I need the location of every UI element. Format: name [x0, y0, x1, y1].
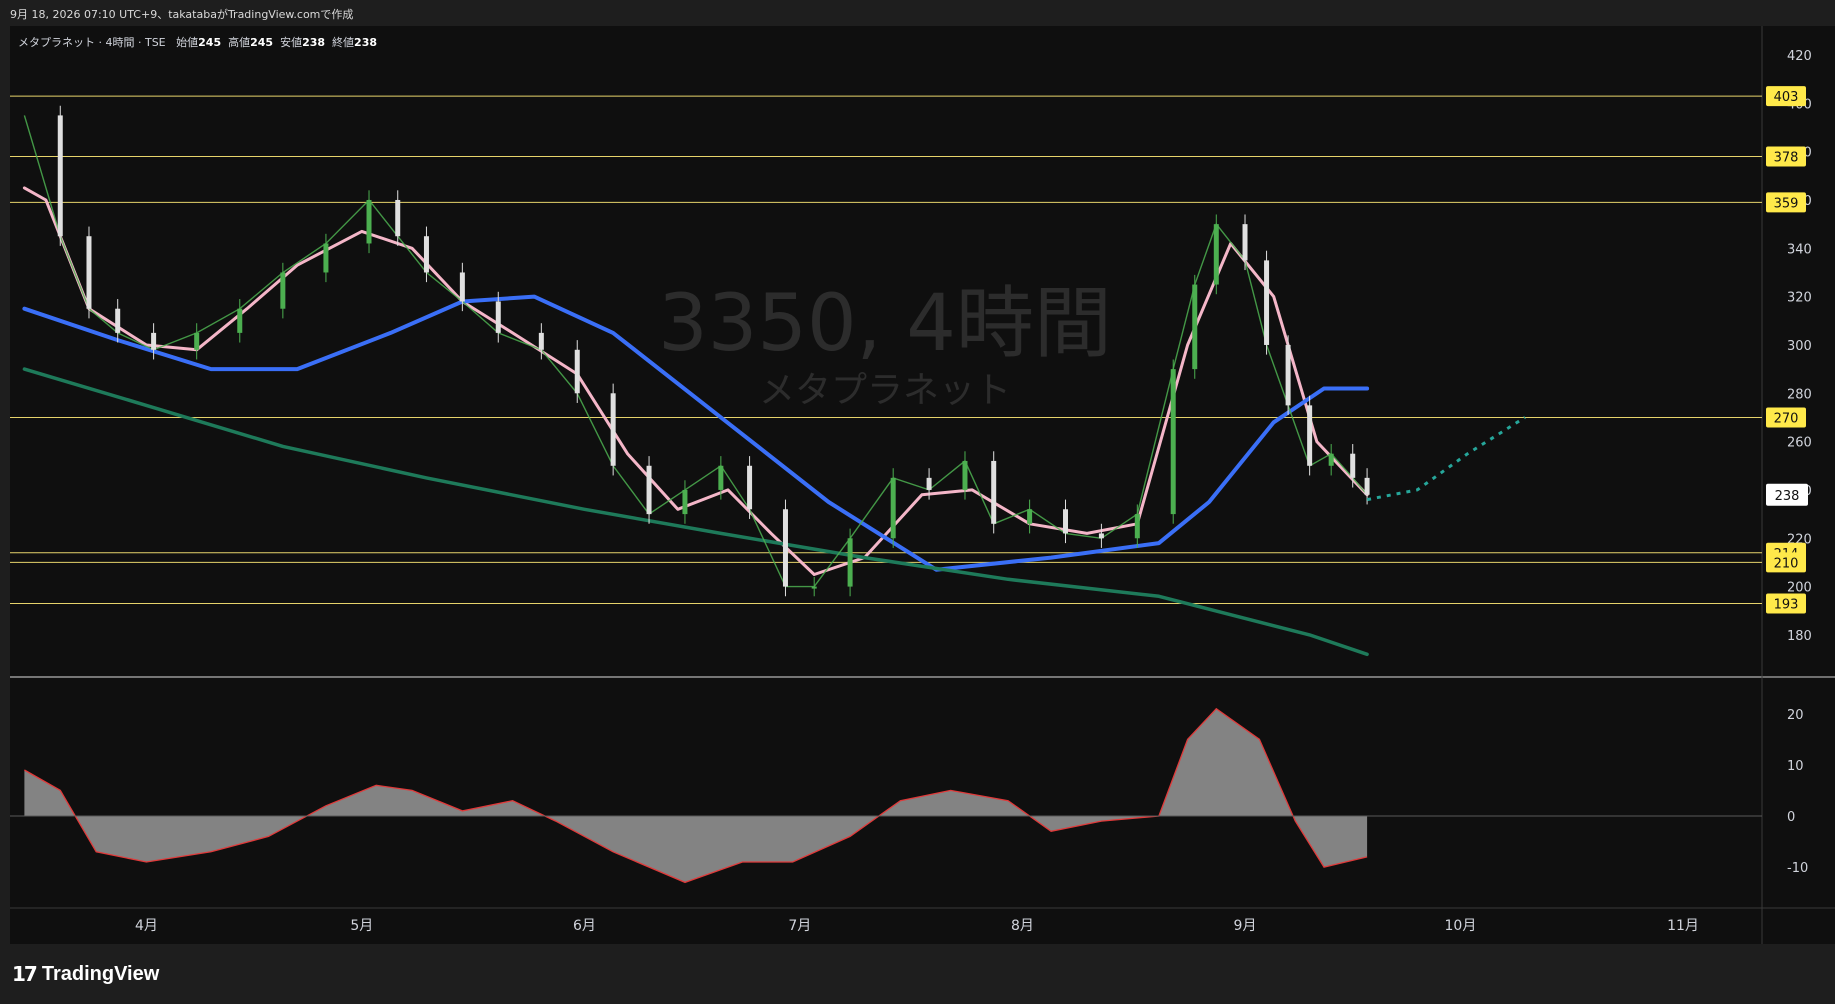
price-level-badge-text: 359 [1774, 196, 1799, 211]
candle-body [926, 477, 932, 490]
candle-body [718, 465, 724, 490]
candle-body [151, 332, 157, 350]
candle-body [395, 199, 401, 237]
price-level-badge: 359 [1766, 192, 1806, 213]
time-tick-label: 7月 [788, 918, 811, 934]
time-tick-label: 11月 [1667, 918, 1699, 934]
candle-body [323, 243, 329, 273]
price-tick-label: 180 [1787, 629, 1812, 644]
candle-body [366, 199, 372, 244]
watermark-name: メタプラネット [759, 370, 1011, 411]
price-level-badge-text: 378 [1774, 150, 1799, 165]
time-tick-label: 8月 [1011, 918, 1034, 934]
candle-body [1285, 344, 1291, 406]
legend-close-value: 238 [354, 36, 378, 49]
symbol-legend: メタプラネット · 4時間 · TSE 始値245 高値245 安値238 終値… [18, 34, 377, 50]
candle-body [574, 349, 580, 394]
time-tick-label: 10月 [1445, 918, 1477, 934]
price-level-badge: 270 [1766, 407, 1806, 428]
candle-body [1350, 453, 1356, 478]
candle-body [1134, 514, 1140, 539]
candle-body [194, 332, 200, 350]
candle-body [1027, 509, 1033, 524]
candle-body [423, 236, 429, 273]
candle-body [237, 308, 243, 333]
footer-bar: 17 TradingView [0, 944, 1835, 1004]
oscillator-tick-label: -10 [1787, 861, 1808, 876]
price-tick-label: 280 [1787, 387, 1812, 402]
candle-body [1213, 224, 1219, 285]
candle-body [1170, 369, 1176, 515]
candle-body [1242, 224, 1248, 261]
price-tick-label: 340 [1787, 242, 1812, 257]
candle-body [1098, 533, 1104, 539]
candle-body [991, 460, 997, 524]
price-level-badge: 378 [1766, 146, 1806, 167]
price-tick-label: 200 [1787, 581, 1812, 596]
price-chart[interactable]: 3350, 4時間メタプラネット 20100-10 18020022024026… [0, 0, 1835, 944]
candle-body [847, 538, 853, 587]
candle-body [747, 465, 753, 510]
legend-close-label: 終値 [332, 36, 355, 49]
legend-high-value: 245 [250, 36, 274, 49]
price-tick-label: 320 [1787, 291, 1812, 306]
price-level-badge: 210 [1766, 552, 1806, 573]
price-level-badge-text: 403 [1774, 90, 1799, 105]
candle-body [538, 332, 544, 350]
time-tick-label: 5月 [350, 918, 373, 934]
last-price-badge-text: 238 [1775, 489, 1800, 504]
price-level-badge-text: 193 [1774, 598, 1799, 613]
price-level-badge: 193 [1766, 593, 1806, 614]
legend-low-value: 238 [302, 36, 326, 49]
price-tick-label: 300 [1787, 339, 1812, 354]
candle-body [86, 236, 92, 309]
legend-open-value: 245 [198, 36, 222, 49]
price-tick-label: 260 [1787, 436, 1812, 451]
candle-body [1063, 509, 1069, 534]
candle-body [280, 272, 286, 309]
candle-body [811, 586, 817, 589]
candle-body [57, 115, 63, 237]
candle-body [1192, 284, 1198, 370]
legend-open-label: 始値 [176, 36, 199, 49]
candle-body [682, 489, 688, 515]
oscillator-tick-label: 20 [1787, 708, 1804, 723]
legend-high-label: 高値 [228, 36, 251, 49]
time-axis-bg [10, 908, 1762, 944]
candle-body [1307, 405, 1313, 466]
price-level-badge-text: 270 [1774, 411, 1799, 426]
price-level-badge-text: 210 [1774, 556, 1799, 571]
candle-body [1264, 260, 1270, 345]
candle-body [962, 460, 968, 490]
tradingview-logo-text: TradingView [41, 962, 160, 985]
candle-body [1328, 453, 1334, 466]
candle-body [782, 509, 788, 587]
candle-body [610, 393, 616, 466]
watermark-symbol: 3350, 4時間 [658, 279, 1112, 369]
candle-body [890, 477, 896, 539]
legend-low-label: 安値 [280, 36, 303, 49]
oscillator-tick-label: 0 [1787, 810, 1795, 825]
time-tick-label: 6月 [573, 918, 596, 934]
candle-body [495, 301, 501, 333]
candle-body [115, 308, 121, 333]
candle-body [646, 465, 652, 515]
candle-body [459, 272, 465, 302]
tradingview-logo-icon: 17 [12, 962, 38, 986]
oscillator-tick-label: 10 [1787, 759, 1804, 774]
tradingview-logo[interactable]: 17 TradingView [12, 962, 159, 986]
legend-symbol: メタプラネット · 4時間 · TSE [18, 36, 166, 49]
price-level-badge: 403 [1766, 86, 1806, 107]
oscillator-pane-bg [10, 678, 1762, 908]
time-tick-label: 9月 [1234, 918, 1257, 934]
price-tick-label: 420 [1787, 49, 1812, 64]
time-tick-label: 4月 [135, 918, 158, 934]
candle-body [1364, 477, 1370, 495]
